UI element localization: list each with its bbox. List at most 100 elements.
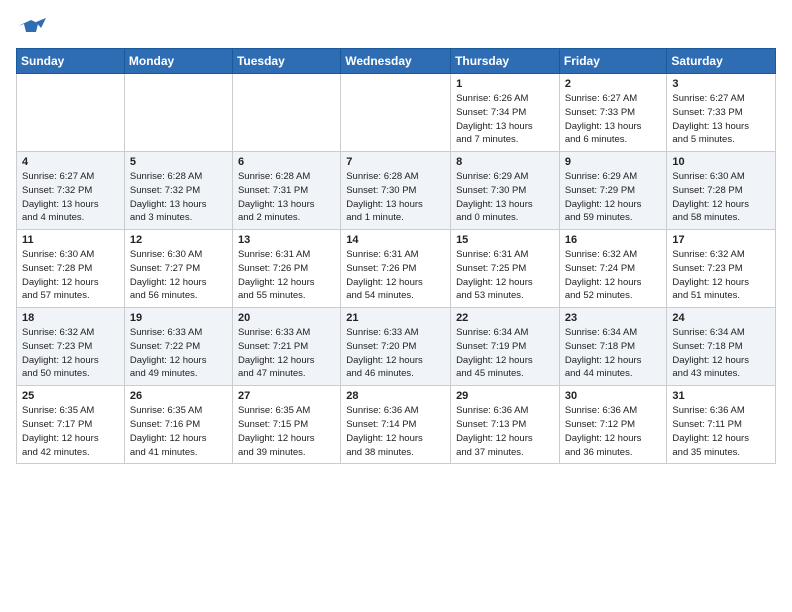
- day-number: 9: [565, 156, 662, 168]
- day-number: 5: [130, 156, 227, 168]
- day-info: Sunrise: 6:33 AM Sunset: 7:20 PM Dayligh…: [346, 326, 445, 381]
- calendar-cell: 24 Sunrise: 6:34 AM Sunset: 7:18 PM Dayli…: [667, 308, 776, 386]
- day-info: Sunrise: 6:27 AM Sunset: 7:33 PM Dayligh…: [565, 92, 662, 147]
- day-info: Sunrise: 6:33 AM Sunset: 7:22 PM Dayligh…: [130, 326, 227, 381]
- weekday-header-wednesday: Wednesday: [341, 49, 451, 74]
- day-number: 10: [672, 156, 770, 168]
- calendar-cell: 12Sunrise: 6:30 AM Sunset: 7:27 PM Dayli…: [124, 230, 232, 308]
- day-info: Sunrise: 6:31 AM Sunset: 7:26 PM Dayligh…: [238, 248, 335, 303]
- day-number: 8: [456, 156, 554, 168]
- day-info: Sunrise: 6:35 AM Sunset: 7:17 PM Dayligh…: [22, 404, 119, 459]
- day-info: Sunrise: 6:33 AM Sunset: 7:21 PM Dayligh…: [238, 326, 335, 381]
- calendar-cell: [124, 74, 232, 152]
- day-info: Sunrise: 6:32 AM Sunset: 7:23 PM Dayligh…: [672, 248, 770, 303]
- day-info: Sunrise: 6:35 AM Sunset: 7:16 PM Dayligh…: [130, 404, 227, 459]
- day-info: Sunrise: 6:35 AM Sunset: 7:15 PM Dayligh…: [238, 404, 335, 459]
- day-number: 29: [456, 390, 554, 402]
- day-info: Sunrise: 6:36 AM Sunset: 7:12 PM Dayligh…: [565, 404, 662, 459]
- calendar-week-row: 1 Sunrise: 6:26 AM Sunset: 7:34 PM Daylig…: [17, 74, 776, 152]
- weekday-header-row: SundayMondayTuesdayWednesdayThursdayFrid…: [17, 49, 776, 74]
- day-info: Sunrise: 6:34 AM Sunset: 7:19 PM Dayligh…: [456, 326, 554, 381]
- calendar-cell: 20 Sunrise: 6:33 AM Sunset: 7:21 PM Dayli…: [232, 308, 340, 386]
- day-info: Sunrise: 6:36 AM Sunset: 7:14 PM Dayligh…: [346, 404, 445, 459]
- calendar-cell: 3 Sunrise: 6:27 AM Sunset: 7:33 PM Daylig…: [667, 74, 776, 152]
- day-number: 17: [672, 234, 770, 246]
- calendar-cell: 11 Sunrise: 6:30 AM Sunset: 7:28 PM Dayli…: [17, 230, 125, 308]
- calendar-cell: 30 Sunrise: 6:36 AM Sunset: 7:12 PM Dayli…: [559, 386, 667, 464]
- day-info: Sunrise: 6:31 AM Sunset: 7:26 PM Dayligh…: [346, 248, 445, 303]
- day-info: Sunrise: 6:31 AM Sunset: 7:25 PM Dayligh…: [456, 248, 554, 303]
- calendar-cell: 8 Sunrise: 6:29 AM Sunset: 7:30 PM Daylig…: [451, 152, 560, 230]
- calendar-cell: 1 Sunrise: 6:26 AM Sunset: 7:34 PM Daylig…: [451, 74, 560, 152]
- logo-icon: [16, 16, 46, 40]
- day-info: Sunrise: 6:36 AM Sunset: 7:11 PM Dayligh…: [672, 404, 770, 459]
- day-number: 22: [456, 312, 554, 324]
- calendar-cell: [341, 74, 451, 152]
- day-number: 14: [346, 234, 445, 246]
- calendar-week-row: 4Sunrise: 6:27 AM Sunset: 7:32 PM Daylig…: [17, 152, 776, 230]
- calendar-cell: [232, 74, 340, 152]
- day-info: Sunrise: 6:30 AM Sunset: 7:28 PM Dayligh…: [672, 170, 770, 225]
- calendar-cell: 10 Sunrise: 6:30 AM Sunset: 7:28 PM Dayli…: [667, 152, 776, 230]
- calendar-cell: 6 Sunrise: 6:28 AM Sunset: 7:31 PM Daylig…: [232, 152, 340, 230]
- day-number: 20: [238, 312, 335, 324]
- weekday-header-monday: Monday: [124, 49, 232, 74]
- calendar-cell: 15 Sunrise: 6:31 AM Sunset: 7:25 PM Dayli…: [451, 230, 560, 308]
- calendar-cell: 16Sunrise: 6:32 AM Sunset: 7:24 PM Dayli…: [559, 230, 667, 308]
- calendar-week-row: 25 Sunrise: 6:35 AM Sunset: 7:17 PM Dayli…: [17, 386, 776, 464]
- calendar-cell: 19 Sunrise: 6:33 AM Sunset: 7:22 PM Dayli…: [124, 308, 232, 386]
- day-number: 13: [238, 234, 335, 246]
- weekday-header-tuesday: Tuesday: [232, 49, 340, 74]
- day-info: Sunrise: 6:29 AM Sunset: 7:29 PM Dayligh…: [565, 170, 662, 225]
- day-number: 4: [22, 156, 119, 168]
- day-number: 15: [456, 234, 554, 246]
- calendar-cell: 18 Sunrise: 6:32 AM Sunset: 7:23 PM Dayli…: [17, 308, 125, 386]
- calendar-cell: 14 Sunrise: 6:31 AM Sunset: 7:26 PM Dayli…: [341, 230, 451, 308]
- calendar-cell: 21Sunrise: 6:33 AM Sunset: 7:20 PM Dayli…: [341, 308, 451, 386]
- calendar-week-row: 18 Sunrise: 6:32 AM Sunset: 7:23 PM Dayli…: [17, 308, 776, 386]
- day-info: Sunrise: 6:32 AM Sunset: 7:24 PM Dayligh…: [565, 248, 662, 303]
- logo: [16, 16, 50, 40]
- day-number: 19: [130, 312, 227, 324]
- calendar-week-row: 11 Sunrise: 6:30 AM Sunset: 7:28 PM Dayli…: [17, 230, 776, 308]
- day-number: 1: [456, 78, 554, 90]
- day-number: 28: [346, 390, 445, 402]
- day-number: 23: [565, 312, 662, 324]
- calendar-cell: 27 Sunrise: 6:35 AM Sunset: 7:15 PM Dayli…: [232, 386, 340, 464]
- day-info: Sunrise: 6:32 AM Sunset: 7:23 PM Dayligh…: [22, 326, 119, 381]
- calendar-cell: 25 Sunrise: 6:35 AM Sunset: 7:17 PM Dayli…: [17, 386, 125, 464]
- day-info: Sunrise: 6:26 AM Sunset: 7:34 PM Dayligh…: [456, 92, 554, 147]
- weekday-header-saturday: Saturday: [667, 49, 776, 74]
- calendar-cell: 7Sunrise: 6:28 AM Sunset: 7:30 PM Daylig…: [341, 152, 451, 230]
- calendar-cell: 2Sunrise: 6:27 AM Sunset: 7:33 PM Daylig…: [559, 74, 667, 152]
- day-number: 26: [130, 390, 227, 402]
- calendar-cell: 26 Sunrise: 6:35 AM Sunset: 7:16 PM Dayli…: [124, 386, 232, 464]
- calendar-cell: 23 Sunrise: 6:34 AM Sunset: 7:18 PM Dayli…: [559, 308, 667, 386]
- day-info: Sunrise: 6:29 AM Sunset: 7:30 PM Dayligh…: [456, 170, 554, 225]
- day-number: 27: [238, 390, 335, 402]
- day-number: 24: [672, 312, 770, 324]
- day-number: 3: [672, 78, 770, 90]
- day-info: Sunrise: 6:30 AM Sunset: 7:27 PM Dayligh…: [130, 248, 227, 303]
- calendar-table: SundayMondayTuesdayWednesdayThursdayFrid…: [16, 48, 776, 464]
- day-number: 25: [22, 390, 119, 402]
- calendar-cell: 29 Sunrise: 6:36 AM Sunset: 7:13 PM Dayli…: [451, 386, 560, 464]
- day-info: Sunrise: 6:28 AM Sunset: 7:31 PM Dayligh…: [238, 170, 335, 225]
- calendar-cell: 22 Sunrise: 6:34 AM Sunset: 7:19 PM Dayli…: [451, 308, 560, 386]
- calendar-cell: 28 Sunrise: 6:36 AM Sunset: 7:14 PM Dayli…: [341, 386, 451, 464]
- day-info: Sunrise: 6:34 AM Sunset: 7:18 PM Dayligh…: [565, 326, 662, 381]
- weekday-header-thursday: Thursday: [451, 49, 560, 74]
- day-info: Sunrise: 6:27 AM Sunset: 7:33 PM Dayligh…: [672, 92, 770, 147]
- day-info: Sunrise: 6:36 AM Sunset: 7:13 PM Dayligh…: [456, 404, 554, 459]
- calendar-cell: 5Sunrise: 6:28 AM Sunset: 7:32 PM Daylig…: [124, 152, 232, 230]
- day-number: 6: [238, 156, 335, 168]
- calendar-cell: 17 Sunrise: 6:32 AM Sunset: 7:23 PM Dayli…: [667, 230, 776, 308]
- day-number: 18: [22, 312, 119, 324]
- day-info: Sunrise: 6:30 AM Sunset: 7:28 PM Dayligh…: [22, 248, 119, 303]
- day-number: 7: [346, 156, 445, 168]
- day-info: Sunrise: 6:34 AM Sunset: 7:18 PM Dayligh…: [672, 326, 770, 381]
- header: [16, 16, 776, 40]
- day-number: 30: [565, 390, 662, 402]
- calendar-cell: [17, 74, 125, 152]
- day-number: 11: [22, 234, 119, 246]
